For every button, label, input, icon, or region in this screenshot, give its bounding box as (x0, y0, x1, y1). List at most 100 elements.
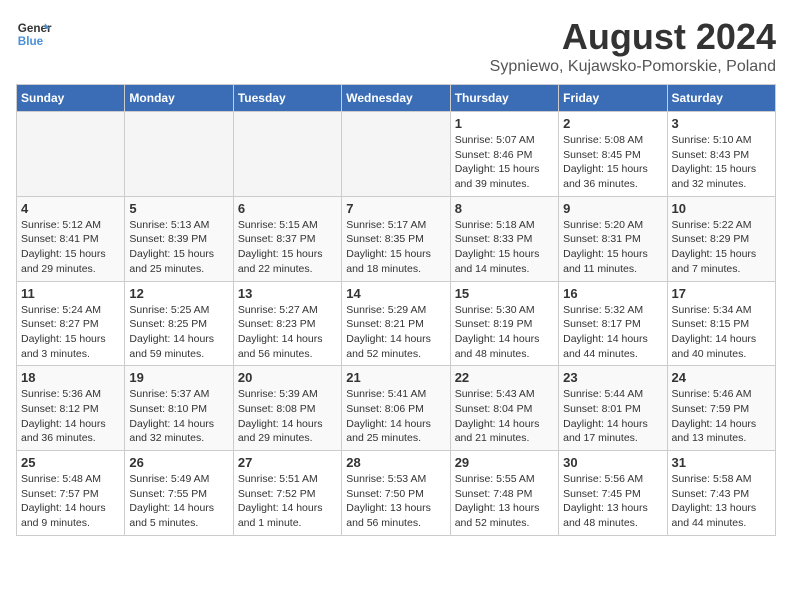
day-number: 27 (238, 455, 337, 470)
day-info: Sunrise: 5:08 AMSunset: 8:45 PMDaylight:… (563, 133, 662, 192)
calendar-cell: 2 Sunrise: 5:08 AMSunset: 8:45 PMDaylight… (559, 112, 667, 197)
day-info: Sunrise: 5:53 AMSunset: 7:50 PMDaylight:… (346, 472, 445, 531)
day-number: 24 (672, 370, 771, 385)
day-info: Sunrise: 5:17 AMSunset: 8:35 PMDaylight:… (346, 218, 445, 277)
day-number: 18 (21, 370, 120, 385)
weekday-header-monday: Monday (125, 85, 233, 112)
weekday-header-tuesday: Tuesday (233, 85, 341, 112)
day-number: 2 (563, 116, 662, 131)
calendar-cell: 9Sunrise: 5:20 AMSunset: 8:31 PMDaylight… (559, 196, 667, 281)
logo-icon: General Blue (16, 16, 52, 52)
calendar-cell: 27 Sunrise: 5:51 AMSunset: 7:52 PMDayligh… (233, 451, 341, 536)
calendar-cell: 28Sunrise: 5:53 AMSunset: 7:50 PMDayligh… (342, 451, 450, 536)
day-number: 14 (346, 286, 445, 301)
day-number: 22 (455, 370, 554, 385)
calendar-cell: 25Sunrise: 5:48 AMSunset: 7:57 PMDayligh… (17, 451, 125, 536)
day-number: 6 (238, 201, 337, 216)
calendar-cell: 8Sunrise: 5:18 AMSunset: 8:33 PMDaylight… (450, 196, 558, 281)
weekday-header-wednesday: Wednesday (342, 85, 450, 112)
day-info: Sunrise: 5:07 AMSunset: 8:46 PMDaylight:… (455, 133, 554, 192)
calendar-cell: 6Sunrise: 5:15 AMSunset: 8:37 PMDaylight… (233, 196, 341, 281)
weekday-header-friday: Friday (559, 85, 667, 112)
svg-text:Blue: Blue (18, 35, 44, 48)
day-info: Sunrise: 5:51 AMSunset: 7:52 PMDaylight:… (238, 472, 337, 531)
day-info: Sunrise: 5:29 AMSunset: 8:21 PMDaylight:… (346, 303, 445, 362)
calendar-cell: 29Sunrise: 5:55 AMSunset: 7:48 PMDayligh… (450, 451, 558, 536)
calendar-cell: 4Sunrise: 5:12 AMSunset: 8:41 PMDaylight… (17, 196, 125, 281)
month-title: August 2024 (490, 16, 776, 58)
location-subtitle: Sypniewo, Kujawsko-Pomorskie, Poland (490, 58, 776, 76)
day-number: 19 (129, 370, 228, 385)
day-number: 1 (455, 116, 554, 131)
calendar-cell: 21 Sunrise: 5:41 AMSunset: 8:06 PMDayligh… (342, 366, 450, 451)
calendar-week-5: 25Sunrise: 5:48 AMSunset: 7:57 PMDayligh… (17, 451, 776, 536)
day-info: Sunrise: 5:25 AMSunset: 8:25 PMDaylight:… (129, 303, 228, 362)
day-info: Sunrise: 5:12 AMSunset: 8:41 PMDaylight:… (21, 218, 120, 277)
day-number: 9 (563, 201, 662, 216)
day-number: 12 (129, 286, 228, 301)
calendar-cell (342, 112, 450, 197)
calendar-cell: 18 Sunrise: 5:36 AMSunset: 8:12 PMDayligh… (17, 366, 125, 451)
weekday-header-thursday: Thursday (450, 85, 558, 112)
calendar-cell: 19 Sunrise: 5:37 AMSunset: 8:10 PMDayligh… (125, 366, 233, 451)
svg-text:General: General (18, 22, 52, 35)
calendar-cell: 20 Sunrise: 5:39 AMSunset: 8:08 PMDayligh… (233, 366, 341, 451)
day-number: 7 (346, 201, 445, 216)
calendar-table: SundayMondayTuesdayWednesdayThursdayFrid… (16, 84, 776, 536)
day-info: Sunrise: 5:27 AMSunset: 8:23 PMDaylight:… (238, 303, 337, 362)
day-info: Sunrise: 5:44 AMSunset: 8:01 PMDaylight:… (563, 387, 662, 446)
weekday-header-saturday: Saturday (667, 85, 775, 112)
calendar-cell: 10 Sunrise: 5:22 AMSunset: 8:29 PMDayligh… (667, 196, 775, 281)
day-info: Sunrise: 5:18 AMSunset: 8:33 PMDaylight:… (455, 218, 554, 277)
day-number: 16 (563, 286, 662, 301)
day-number: 23 (563, 370, 662, 385)
calendar-cell: 22 Sunrise: 5:43 AMSunset: 8:04 PMDayligh… (450, 366, 558, 451)
day-info: Sunrise: 5:48 AMSunset: 7:57 PMDaylight:… (21, 472, 120, 531)
calendar-week-1: 1 Sunrise: 5:07 AMSunset: 8:46 PMDaylight… (17, 112, 776, 197)
calendar-cell: 5 Sunrise: 5:13 AMSunset: 8:39 PMDaylight… (125, 196, 233, 281)
calendar-body: 1 Sunrise: 5:07 AMSunset: 8:46 PMDaylight… (17, 112, 776, 536)
day-info: Sunrise: 5:39 AMSunset: 8:08 PMDaylight:… (238, 387, 337, 446)
day-info: Sunrise: 5:36 AMSunset: 8:12 PMDaylight:… (21, 387, 120, 446)
day-info: Sunrise: 5:56 AMSunset: 7:45 PMDaylight:… (563, 472, 662, 531)
calendar-cell (17, 112, 125, 197)
day-info: Sunrise: 5:41 AMSunset: 8:06 PMDaylight:… (346, 387, 445, 446)
calendar-cell: 16 Sunrise: 5:32 AMSunset: 8:17 PMDayligh… (559, 281, 667, 366)
weekday-header-row: SundayMondayTuesdayWednesdayThursdayFrid… (17, 85, 776, 112)
calendar-cell: 31Sunrise: 5:58 AMSunset: 7:43 PMDayligh… (667, 451, 775, 536)
day-info: Sunrise: 5:58 AMSunset: 7:43 PMDaylight:… (672, 472, 771, 531)
day-info: Sunrise: 5:34 AMSunset: 8:15 PMDaylight:… (672, 303, 771, 362)
day-info: Sunrise: 5:32 AMSunset: 8:17 PMDaylight:… (563, 303, 662, 362)
day-number: 20 (238, 370, 337, 385)
calendar-cell: 26Sunrise: 5:49 AMSunset: 7:55 PMDayligh… (125, 451, 233, 536)
calendar-week-3: 11 Sunrise: 5:24 AMSunset: 8:27 PMDayligh… (17, 281, 776, 366)
page-header: General Blue August 2024 Sypniewo, Kujaw… (16, 16, 776, 76)
day-number: 30 (563, 455, 662, 470)
day-number: 10 (672, 201, 771, 216)
day-info: Sunrise: 5:30 AMSunset: 8:19 PMDaylight:… (455, 303, 554, 362)
day-number: 11 (21, 286, 120, 301)
day-info: Sunrise: 5:24 AMSunset: 8:27 PMDaylight:… (21, 303, 120, 362)
logo: General Blue (16, 16, 52, 52)
calendar-cell: 30 Sunrise: 5:56 AMSunset: 7:45 PMDayligh… (559, 451, 667, 536)
day-info: Sunrise: 5:10 AMSunset: 8:43 PMDaylight:… (672, 133, 771, 192)
day-number: 17 (672, 286, 771, 301)
weekday-header-sunday: Sunday (17, 85, 125, 112)
day-info: Sunrise: 5:46 AMSunset: 7:59 PMDaylight:… (672, 387, 771, 446)
day-info: Sunrise: 5:22 AMSunset: 8:29 PMDaylight:… (672, 218, 771, 277)
day-number: 5 (129, 201, 228, 216)
calendar-cell: 7 Sunrise: 5:17 AMSunset: 8:35 PMDaylight… (342, 196, 450, 281)
day-number: 21 (346, 370, 445, 385)
calendar-cell: 1 Sunrise: 5:07 AMSunset: 8:46 PMDaylight… (450, 112, 558, 197)
calendar-cell: 23 Sunrise: 5:44 AMSunset: 8:01 PMDayligh… (559, 366, 667, 451)
day-number: 13 (238, 286, 337, 301)
calendar-cell: 24 Sunrise: 5:46 AMSunset: 7:59 PMDayligh… (667, 366, 775, 451)
calendar-cell: 12 Sunrise: 5:25 AMSunset: 8:25 PMDayligh… (125, 281, 233, 366)
calendar-cell (233, 112, 341, 197)
day-info: Sunrise: 5:37 AMSunset: 8:10 PMDaylight:… (129, 387, 228, 446)
day-info: Sunrise: 5:43 AMSunset: 8:04 PMDaylight:… (455, 387, 554, 446)
title-block: August 2024 Sypniewo, Kujawsko-Pomorskie… (490, 16, 776, 76)
calendar-cell: 13 Sunrise: 5:27 AMSunset: 8:23 PMDayligh… (233, 281, 341, 366)
day-info: Sunrise: 5:13 AMSunset: 8:39 PMDaylight:… (129, 218, 228, 277)
day-info: Sunrise: 5:49 AMSunset: 7:55 PMDaylight:… (129, 472, 228, 531)
